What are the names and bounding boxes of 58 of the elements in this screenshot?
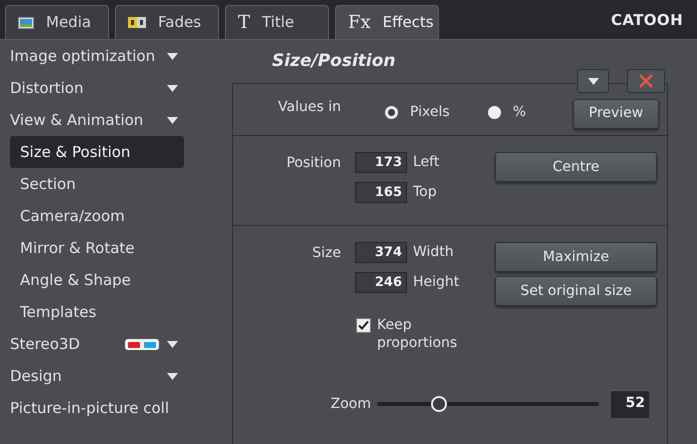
sidebar-subitem[interactable]: Templates <box>10 296 184 328</box>
dropdown-button[interactable] <box>577 69 609 93</box>
input-field[interactable]: 374 <box>355 242 407 263</box>
sidebar-subitem[interactable]: Size & Position <box>10 136 184 168</box>
sidebar-item[interactable]: Picture-in-picture coll <box>10 396 170 420</box>
sidebar-item[interactable]: Image optimization <box>10 44 156 68</box>
tab[interactable]: Media <box>5 5 109 39</box>
values-in-label: Values in <box>277 98 341 117</box>
radio-button[interactable] <box>385 106 398 119</box>
input-field[interactable]: 173 <box>355 152 407 173</box>
zoom-value: 52 <box>611 390 649 418</box>
caret-icon <box>167 340 178 348</box>
caret-icon <box>588 78 598 84</box>
section-label: Size <box>311 244 341 263</box>
zoom-label: Zoom <box>330 394 372 414</box>
caret-icon <box>167 372 178 380</box>
input-field[interactable]: 165 <box>355 182 407 203</box>
sidebar-subitem[interactable]: Mirror & Rotate <box>10 232 184 264</box>
caret-icon <box>167 52 178 60</box>
logo: CATOOH <box>611 10 683 31</box>
field-unit-label: Height <box>413 273 460 292</box>
close-icon <box>638 73 654 89</box>
action-button[interactable]: Maximize <box>495 242 657 272</box>
field-unit-label: Top <box>413 183 437 202</box>
close-button[interactable] <box>627 69 665 93</box>
3d-glasses-icon <box>125 338 159 350</box>
sidebar-item[interactable]: Design <box>10 364 62 388</box>
sidebar-item[interactable]: Distortion <box>10 76 84 100</box>
tab[interactable]: T Title <box>225 5 329 39</box>
sidebar-item[interactable]: Stereo3D <box>10 332 80 356</box>
radio-button[interactable] <box>488 106 501 119</box>
tab[interactable]: Fx Effects <box>335 5 439 39</box>
input-field[interactable]: 246 <box>355 272 407 293</box>
check-icon <box>358 320 369 331</box>
sidebar-item[interactable]: View & Animation <box>10 108 144 132</box>
sidebar-subitem[interactable]: Camera/zoom <box>10 200 184 232</box>
tab[interactable]: Fades <box>115 5 219 39</box>
field-unit-label: Left <box>413 153 440 172</box>
checkbox-label: Keep proportions <box>377 316 458 352</box>
checkbox[interactable] <box>356 318 371 333</box>
radio-label: Pixels <box>410 103 450 122</box>
caret-icon <box>167 116 178 124</box>
sidebar-subitem[interactable]: Angle & Shape <box>10 264 184 296</box>
zoom-slider[interactable] <box>377 396 599 412</box>
ab-icon <box>128 17 146 28</box>
radio-label: % <box>512 103 526 122</box>
caret-icon <box>167 84 178 92</box>
section-label: Position <box>285 154 341 173</box>
action-button[interactable]: Set original size <box>495 276 657 306</box>
slider-thumb[interactable] <box>431 396 448 412</box>
field-unit-label: Width <box>413 243 454 262</box>
sidebar-subitem[interactable]: Section <box>10 168 184 200</box>
action-button[interactable]: Preview <box>573 98 659 128</box>
tab-symbol: T <box>238 14 250 32</box>
action-button[interactable]: Centre <box>495 152 657 182</box>
image-icon <box>18 16 34 28</box>
tab-symbol: Fx <box>348 14 371 32</box>
panel-title: Size/Position <box>272 50 396 73</box>
